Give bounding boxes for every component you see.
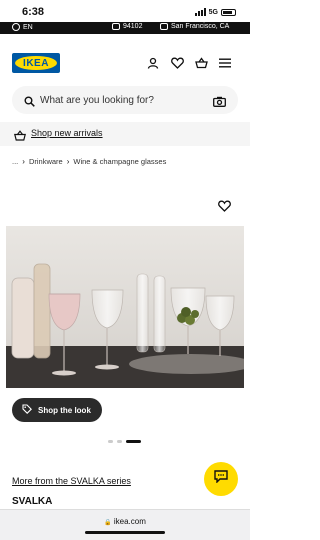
signal-icon <box>194 8 206 16</box>
store-icon <box>160 23 168 30</box>
tag-icon <box>22 401 32 419</box>
camera-icon[interactable] <box>213 94 226 112</box>
breadcrumb: ... › Drinkware › Wine & champagne glass… <box>12 157 166 166</box>
account-icon[interactable] <box>146 56 160 70</box>
product-name: SVALKA <box>12 496 53 507</box>
chevron-right-icon: › <box>22 157 25 166</box>
breadcrumb-ellipsis[interactable]: ... <box>12 157 18 166</box>
add-to-wishlist-heart-icon[interactable] <box>218 199 232 213</box>
search-bar[interactable] <box>12 86 238 114</box>
browser-url-bar[interactable]: 🔒 ikea.com <box>0 509 250 540</box>
logo-text: IKEA <box>23 57 49 69</box>
shop-the-look-label: Shop the look <box>38 405 91 415</box>
search-input[interactable] <box>40 92 210 108</box>
carousel-dot[interactable] <box>108 440 113 443</box>
truck-icon <box>112 23 120 30</box>
battery-icon <box>221 8 236 16</box>
carousel-dot-active[interactable] <box>126 440 141 443</box>
status-time: 6:38 <box>22 6 45 18</box>
status-indicators: 5G <box>194 8 236 16</box>
url-text: ikea.com <box>113 517 146 526</box>
lock-icon: 🔒 <box>104 520 112 526</box>
globe-icon <box>12 23 20 31</box>
new-arrivals-banner[interactable]: Shop new arrivals <box>0 122 250 146</box>
chat-button[interactable] <box>204 462 238 496</box>
top-info-strip: EN 94102 San Francisco, CA <box>0 22 250 34</box>
ikea-logo[interactable]: IKEA <box>12 53 60 73</box>
chat-icon <box>214 470 228 488</box>
menu-icon[interactable] <box>218 56 232 70</box>
cart-icon[interactable] <box>194 56 208 70</box>
search-icon <box>24 94 35 112</box>
home-indicator <box>85 531 165 534</box>
carousel-indicator <box>108 440 141 443</box>
site-header: IKEA <box>0 34 250 80</box>
product-image[interactable] <box>6 226 244 388</box>
carousel-dot[interactable] <box>117 440 122 443</box>
shop-new-arrivals-link[interactable]: Shop new arrivals <box>31 128 103 138</box>
language-label: EN <box>23 23 33 31</box>
language-selector[interactable]: EN <box>12 23 33 31</box>
breadcrumb-wine-glasses[interactable]: Wine & champagne glasses <box>73 157 166 166</box>
chevron-right-icon: › <box>66 157 70 166</box>
store-selector[interactable]: San Francisco, CA <box>160 23 229 30</box>
heart-icon[interactable] <box>170 56 184 70</box>
series-link[interactable]: More from the SVALKA series <box>12 476 131 486</box>
shop-the-look-button[interactable]: Shop the look <box>12 398 102 422</box>
breadcrumb-drinkware[interactable]: Drinkware <box>29 157 63 166</box>
delivery-zip[interactable]: 94102 <box>112 23 142 30</box>
store-label: San Francisco, CA <box>171 23 230 30</box>
basket-icon <box>14 128 26 146</box>
network-label: 5G <box>208 8 218 16</box>
zip-label: 94102 <box>123 23 143 30</box>
